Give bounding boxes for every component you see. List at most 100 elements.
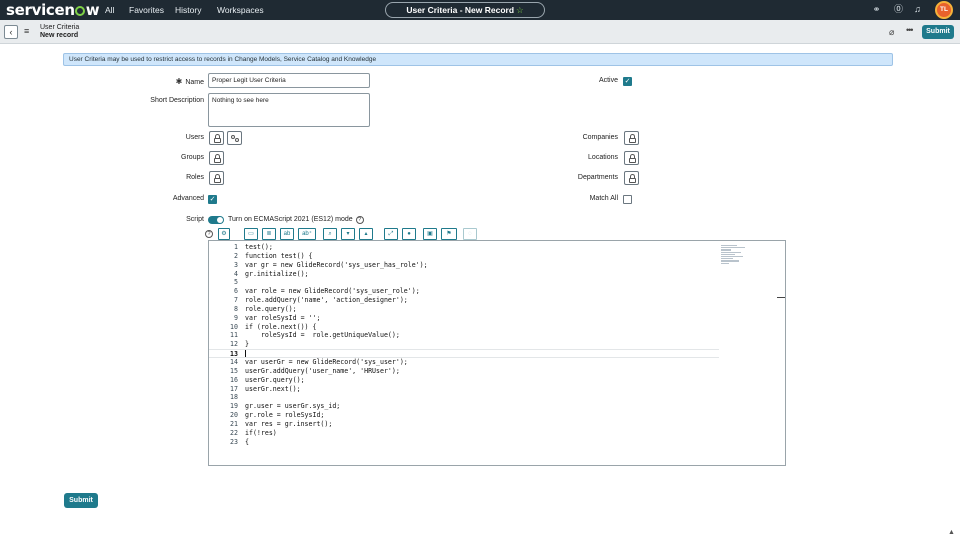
editor-scroll-marker bbox=[777, 297, 785, 298]
script-debugger-icon[interactable]: ⚑ bbox=[441, 228, 457, 240]
advanced-checkbox[interactable]: ✓ bbox=[208, 195, 217, 204]
servicenow-logo[interactable]: servicen w bbox=[6, 1, 100, 19]
submit-button-footer[interactable]: Submit bbox=[64, 493, 98, 508]
code-text: userGr.next(); bbox=[245, 384, 301, 393]
script-help-icon[interactable]: ? bbox=[205, 230, 213, 238]
lock-icon bbox=[628, 178, 636, 183]
form-title: User Criteria New record bbox=[40, 24, 79, 40]
groups-label: Groups bbox=[181, 154, 204, 161]
fullscreen-icon[interactable]: ⤢ bbox=[384, 228, 398, 240]
active-checkbox[interactable]: ✓ bbox=[623, 77, 632, 86]
nav-history[interactable]: History bbox=[175, 5, 201, 15]
companies-lock-button[interactable] bbox=[624, 131, 639, 145]
toggle-icon[interactable]: ◌ bbox=[463, 228, 477, 240]
name-field[interactable]: Proper Legit User Criteria bbox=[208, 73, 370, 88]
submit-button-header[interactable]: Submit bbox=[922, 25, 954, 39]
code-line[interactable]: 13 bbox=[209, 349, 719, 358]
favorite-star-icon[interactable]: ☆ bbox=[516, 5, 524, 15]
departments-lock-button[interactable] bbox=[624, 171, 639, 185]
nav-workspaces[interactable]: Workspaces bbox=[217, 5, 264, 15]
text-cursor bbox=[245, 350, 246, 358]
script-tools-icon[interactable]: ⚙ bbox=[218, 228, 230, 240]
user-avatar[interactable]: TL bbox=[935, 1, 953, 19]
code-line[interactable]: 12} bbox=[209, 340, 719, 349]
code-line[interactable]: 15 userGr.addQuery('user_name', 'HRUser')… bbox=[209, 367, 719, 376]
code-line[interactable]: 10 if (role.next()) { bbox=[209, 323, 719, 332]
script-label: Script bbox=[186, 216, 204, 223]
record-title-pill[interactable]: User Criteria - New Record ☆ bbox=[385, 2, 545, 18]
advanced-label: Advanced bbox=[172, 195, 204, 202]
code-text: { bbox=[245, 437, 249, 446]
users-add-me-button[interactable] bbox=[227, 131, 242, 145]
ecma-toggle-label: Turn on ECMAScript 2021 (ES12) mode bbox=[228, 216, 353, 223]
code-line[interactable]: 2 function test() { bbox=[209, 252, 719, 261]
ecma-toggle-text: Turn on ECMAScript 2021 (ES12) mode? bbox=[228, 216, 364, 224]
code-text: var gr = new GlideRecord('sys_user_has_r… bbox=[245, 260, 428, 269]
code-line[interactable]: 5 bbox=[209, 278, 719, 287]
find-next-icon[interactable]: ▾ bbox=[341, 228, 355, 240]
code-line[interactable]: 22 if(!res) bbox=[209, 429, 719, 438]
ecma-help-icon[interactable]: ? bbox=[355, 216, 364, 224]
lock-icon bbox=[213, 158, 221, 163]
line-number: 20 bbox=[230, 411, 238, 420]
comment-icon[interactable]: ▭ bbox=[244, 228, 258, 240]
scroll-up-icon[interactable]: ▲ bbox=[948, 529, 955, 536]
more-options-icon[interactable]: ••• bbox=[906, 25, 914, 35]
code-text: if(!res) bbox=[245, 428, 277, 437]
code-line[interactable]: 23 { bbox=[209, 438, 719, 447]
script-editor[interactable]: 1 test(); 2 function test() {3 var gr = new … bbox=[208, 240, 786, 466]
editor-minimap[interactable] bbox=[721, 244, 747, 274]
code-text: userGr.addQuery('user_name', 'HRUser'); bbox=[245, 366, 400, 375]
code-line[interactable]: 14 var userGr = new GlideRecord('sys_user… bbox=[209, 358, 719, 367]
code-text: } bbox=[245, 340, 249, 349]
bell-icon[interactable]: ♫ bbox=[912, 4, 923, 15]
search-icon[interactable]: ⌕ bbox=[323, 228, 337, 240]
help-icon[interactable]: ⓪ bbox=[893, 4, 904, 15]
code-text: userGr.query(); bbox=[245, 375, 305, 384]
back-button[interactable]: ‹ bbox=[4, 25, 18, 39]
code-line[interactable]: 11 roleSysId = role.getUniqueValue(); bbox=[209, 331, 719, 340]
code-text: var role = new GlideRecord('sys_user_rol… bbox=[245, 287, 420, 296]
nav-favorites[interactable]: Favorites bbox=[129, 5, 164, 15]
locations-lock-button[interactable] bbox=[624, 151, 639, 165]
save-icon[interactable]: ▣ bbox=[423, 228, 437, 240]
lock-icon bbox=[213, 178, 221, 183]
context-menu-icon[interactable]: ≡ bbox=[24, 26, 29, 36]
code-line[interactable]: 6 var role = new GlideRecord('sys_user_ro… bbox=[209, 287, 719, 296]
lock-icon bbox=[213, 138, 221, 143]
line-number: 12 bbox=[230, 340, 238, 349]
paperclip-icon[interactable]: ⌀ bbox=[889, 27, 894, 38]
code-line[interactable]: 7 role.addQuery('name', 'action_designer'… bbox=[209, 296, 719, 305]
code-line[interactable]: 19 gr.user = userGr.sys_id; bbox=[209, 402, 719, 411]
ecma-mode-toggle[interactable] bbox=[208, 216, 224, 224]
code-line[interactable]: 9 var roleSysId = ''; bbox=[209, 314, 719, 323]
globe-icon[interactable]: ⚭ bbox=[871, 4, 882, 15]
code-line[interactable]: 18 bbox=[209, 393, 719, 402]
lock-icon bbox=[628, 158, 636, 163]
code-line[interactable]: 20 gr.role = roleSysId; bbox=[209, 411, 719, 420]
line-number: 19 bbox=[230, 402, 238, 411]
users-lock-button[interactable] bbox=[209, 131, 224, 145]
code-line[interactable]: 1 test(); bbox=[209, 243, 719, 252]
code-line[interactable]: 4 gr.initialize(); bbox=[209, 270, 719, 279]
code-line[interactable]: 21 var res = gr.insert(); bbox=[209, 420, 719, 429]
line-number: 21 bbox=[230, 419, 238, 428]
line-number: 1 bbox=[234, 243, 238, 251]
syntax-check-icon[interactable]: ● bbox=[402, 228, 416, 240]
groups-lock-button[interactable] bbox=[209, 151, 224, 165]
code-line[interactable]: 17 userGr.next(); bbox=[209, 385, 719, 394]
code-line[interactable]: 3 var gr = new GlideRecord('sys_user_has_… bbox=[209, 261, 719, 270]
code-area[interactable]: 1 test(); 2 function test() {3 var gr = new … bbox=[209, 243, 719, 446]
line-number: 3 bbox=[234, 260, 238, 269]
short-description-field[interactable]: Nothing to see here bbox=[208, 93, 370, 127]
format-icon[interactable]: ≣ bbox=[262, 228, 276, 240]
find-prev-icon[interactable]: ▴ bbox=[359, 228, 373, 240]
nav-all[interactable]: All bbox=[105, 5, 114, 15]
replace-icon[interactable]: ab bbox=[280, 228, 294, 240]
code-line[interactable]: 8 role.query(); bbox=[209, 305, 719, 314]
match-all-checkbox[interactable] bbox=[623, 195, 632, 204]
roles-lock-button[interactable] bbox=[209, 171, 224, 185]
short-description-label: Short Description bbox=[150, 97, 204, 104]
replace-all-icon[interactable]: ab⁺ bbox=[298, 228, 316, 240]
code-line[interactable]: 16 userGr.query(); bbox=[209, 376, 719, 385]
